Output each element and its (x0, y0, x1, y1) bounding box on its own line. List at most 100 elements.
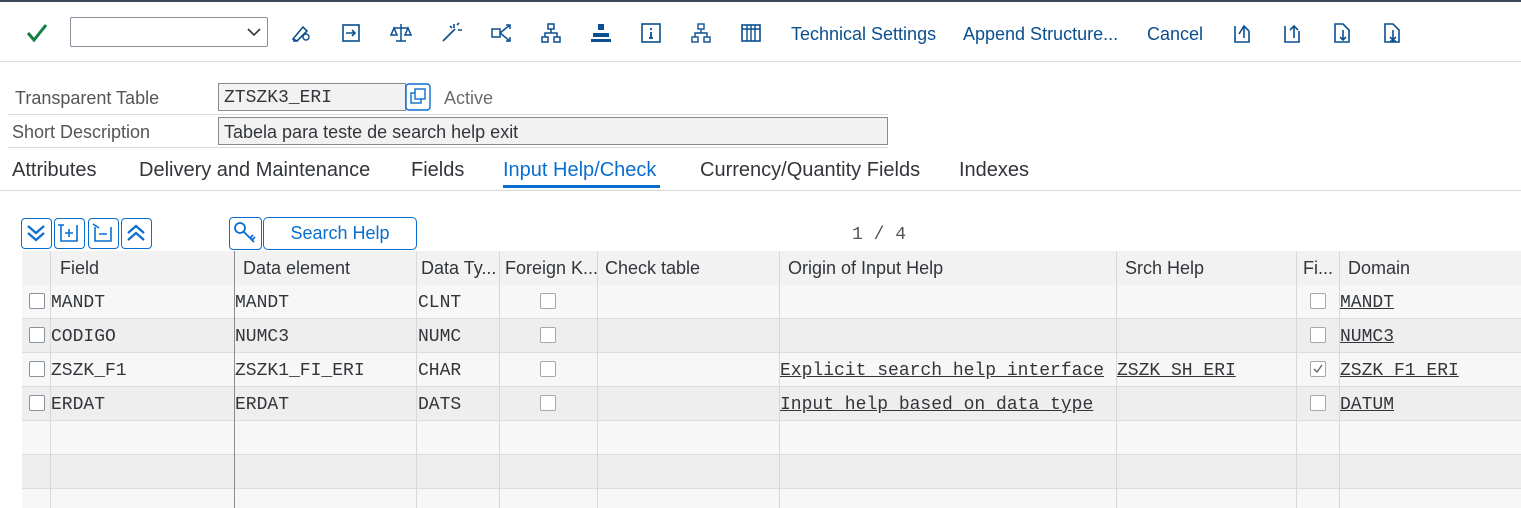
application-toolbar: Technical Settings Append Structure... C… (0, 0, 1521, 62)
next-page-icon[interactable] (1331, 22, 1353, 44)
other-object-icon[interactable] (340, 22, 362, 44)
insert-row-icon (58, 224, 78, 242)
check-balance-icon[interactable] (390, 22, 412, 44)
cell-origin-input-help[interactable]: Explicit search help interface (780, 361, 1110, 381)
fields-table: Field Data element Data Ty... Foreign K.… (22, 251, 1521, 508)
where-used-icon[interactable] (490, 22, 512, 44)
display-change-icon[interactable] (290, 22, 312, 44)
column-header-check-table[interactable]: Check table (605, 258, 775, 279)
short-description-field[interactable]: Tabela para teste de search help exit (218, 117, 888, 145)
chevron-down-icon[interactable] (247, 25, 261, 39)
fixed-values-checkbox (1310, 293, 1326, 309)
column-header-data-type[interactable]: Data Ty... (421, 258, 501, 279)
divider (8, 147, 888, 148)
column-header-field[interactable]: Field (60, 258, 230, 279)
foreign-key-checkbox (540, 293, 556, 309)
search-help-key-button[interactable] (229, 217, 262, 250)
double-chevron-down-icon (27, 225, 45, 242)
tab-strip: Attributes Delivery and Maintenance Fiel… (0, 150, 1521, 191)
insert-row-button[interactable] (54, 218, 85, 249)
table-contents-icon[interactable] (740, 22, 762, 44)
tab-delivery-maintenance[interactable]: Delivery and Maintenance (139, 159, 370, 182)
short-desc-label: Short Description (12, 122, 151, 142)
row-select-checkbox[interactable] (29, 361, 45, 377)
append-structure-button[interactable]: Append Structure... (963, 24, 1118, 45)
cell-domain[interactable]: DATUM (1340, 395, 1394, 415)
cell-domain[interactable]: MANDT (1340, 293, 1394, 313)
column-divider (416, 251, 417, 508)
column-header-domain[interactable]: Domain (1348, 258, 1518, 279)
activate-wand-icon[interactable] (440, 22, 462, 44)
column-divider (234, 251, 235, 508)
tab-attributes[interactable]: Attributes (12, 159, 96, 182)
cell-domain[interactable]: NUMC3 (1340, 327, 1394, 347)
page-counter: 1 / 4 (852, 225, 907, 245)
checkmark-icon (1313, 364, 1323, 374)
cancel-button[interactable]: Cancel (1147, 24, 1203, 45)
cell-data-element: NUMC3 (235, 327, 290, 347)
column-divider (1116, 251, 1117, 508)
table-name-field[interactable]: ZTSZK3_ERI (218, 83, 406, 111)
column-divider (779, 251, 780, 508)
row-select-checkbox[interactable] (29, 293, 45, 309)
tab-indexes[interactable]: Indexes (959, 159, 1029, 182)
delete-row-icon (92, 223, 112, 242)
column-divider (1339, 251, 1340, 508)
column-header-data-element[interactable]: Data element (243, 258, 413, 279)
foreign-key-checkbox (540, 361, 556, 377)
cell-field: CODIGO (51, 327, 116, 347)
cell-search-help[interactable]: ZSZK_SH_ERI (1117, 361, 1287, 381)
first-page-icon[interactable] (1231, 22, 1253, 44)
cell-data-element: ZSZK1_FI_ERI (235, 361, 365, 381)
divider (8, 114, 888, 115)
previous-page-icon[interactable] (1281, 22, 1303, 44)
column-header-search-help[interactable]: Srch Help (1125, 258, 1295, 279)
column-header-origin-input-help[interactable]: Origin of Input Help (788, 258, 1108, 279)
cell-domain[interactable]: ZSZK_F1_ERI (1340, 361, 1459, 381)
copy-icon[interactable] (405, 83, 431, 111)
technical-settings-button[interactable]: Technical Settings (791, 24, 936, 45)
status-text: Active (444, 88, 494, 108)
command-field[interactable] (70, 17, 268, 47)
navigation-window-icon[interactable] (590, 22, 612, 44)
cell-data-type: NUMC (418, 327, 462, 347)
tab-input-help-check[interactable]: Input Help/Check (503, 159, 656, 182)
table-type-label: Transparent Table (15, 88, 160, 108)
tab-currency-quantity[interactable]: Currency/Quantity Fields (700, 159, 920, 182)
cell-field: MANDT (51, 293, 106, 313)
collapse-all-button[interactable] (121, 218, 152, 249)
cell-data-element: ERDAT (235, 395, 290, 415)
search-help-button[interactable]: Search Help (263, 217, 417, 250)
active-tab-indicator (503, 185, 660, 188)
object-list-icon[interactable] (540, 22, 562, 44)
information-icon[interactable] (640, 22, 662, 44)
row-select-checkbox[interactable] (29, 395, 45, 411)
cell-field: ERDAT (51, 395, 106, 415)
cell-data-type: CLNT (418, 293, 462, 313)
cell-origin-input-help[interactable]: Input help based on data type (780, 395, 1110, 415)
column-divider (597, 251, 598, 508)
fixed-values-checkbox (1310, 361, 1326, 377)
tab-fields[interactable]: Fields (411, 159, 464, 182)
expand-all-button[interactable] (21, 218, 52, 249)
cell-field: ZSZK_F1 (51, 361, 127, 381)
foreign-key-checkbox (540, 327, 556, 343)
checkmark-icon[interactable] (24, 20, 50, 46)
column-divider (1296, 251, 1297, 508)
cell-data-type: DATS (418, 395, 462, 415)
last-page-icon[interactable] (1381, 22, 1403, 44)
column-divider (50, 251, 51, 508)
cell-data-element: MANDT (235, 293, 290, 313)
column-header-foreign-key[interactable]: Foreign K... (505, 258, 597, 279)
column-divider (499, 251, 500, 508)
fixed-values-checkbox (1310, 395, 1326, 411)
fixed-values-checkbox (1310, 327, 1326, 343)
cell-data-type: CHAR (418, 361, 462, 381)
hierarchy-icon[interactable] (690, 22, 712, 44)
column-header-fixed-values[interactable]: Fi... (1303, 258, 1337, 279)
delete-row-button[interactable] (88, 218, 119, 249)
double-chevron-up-icon (127, 224, 145, 241)
foreign-key-checkbox (540, 395, 556, 411)
row-select-checkbox[interactable] (29, 327, 45, 343)
key-icon (234, 222, 256, 243)
